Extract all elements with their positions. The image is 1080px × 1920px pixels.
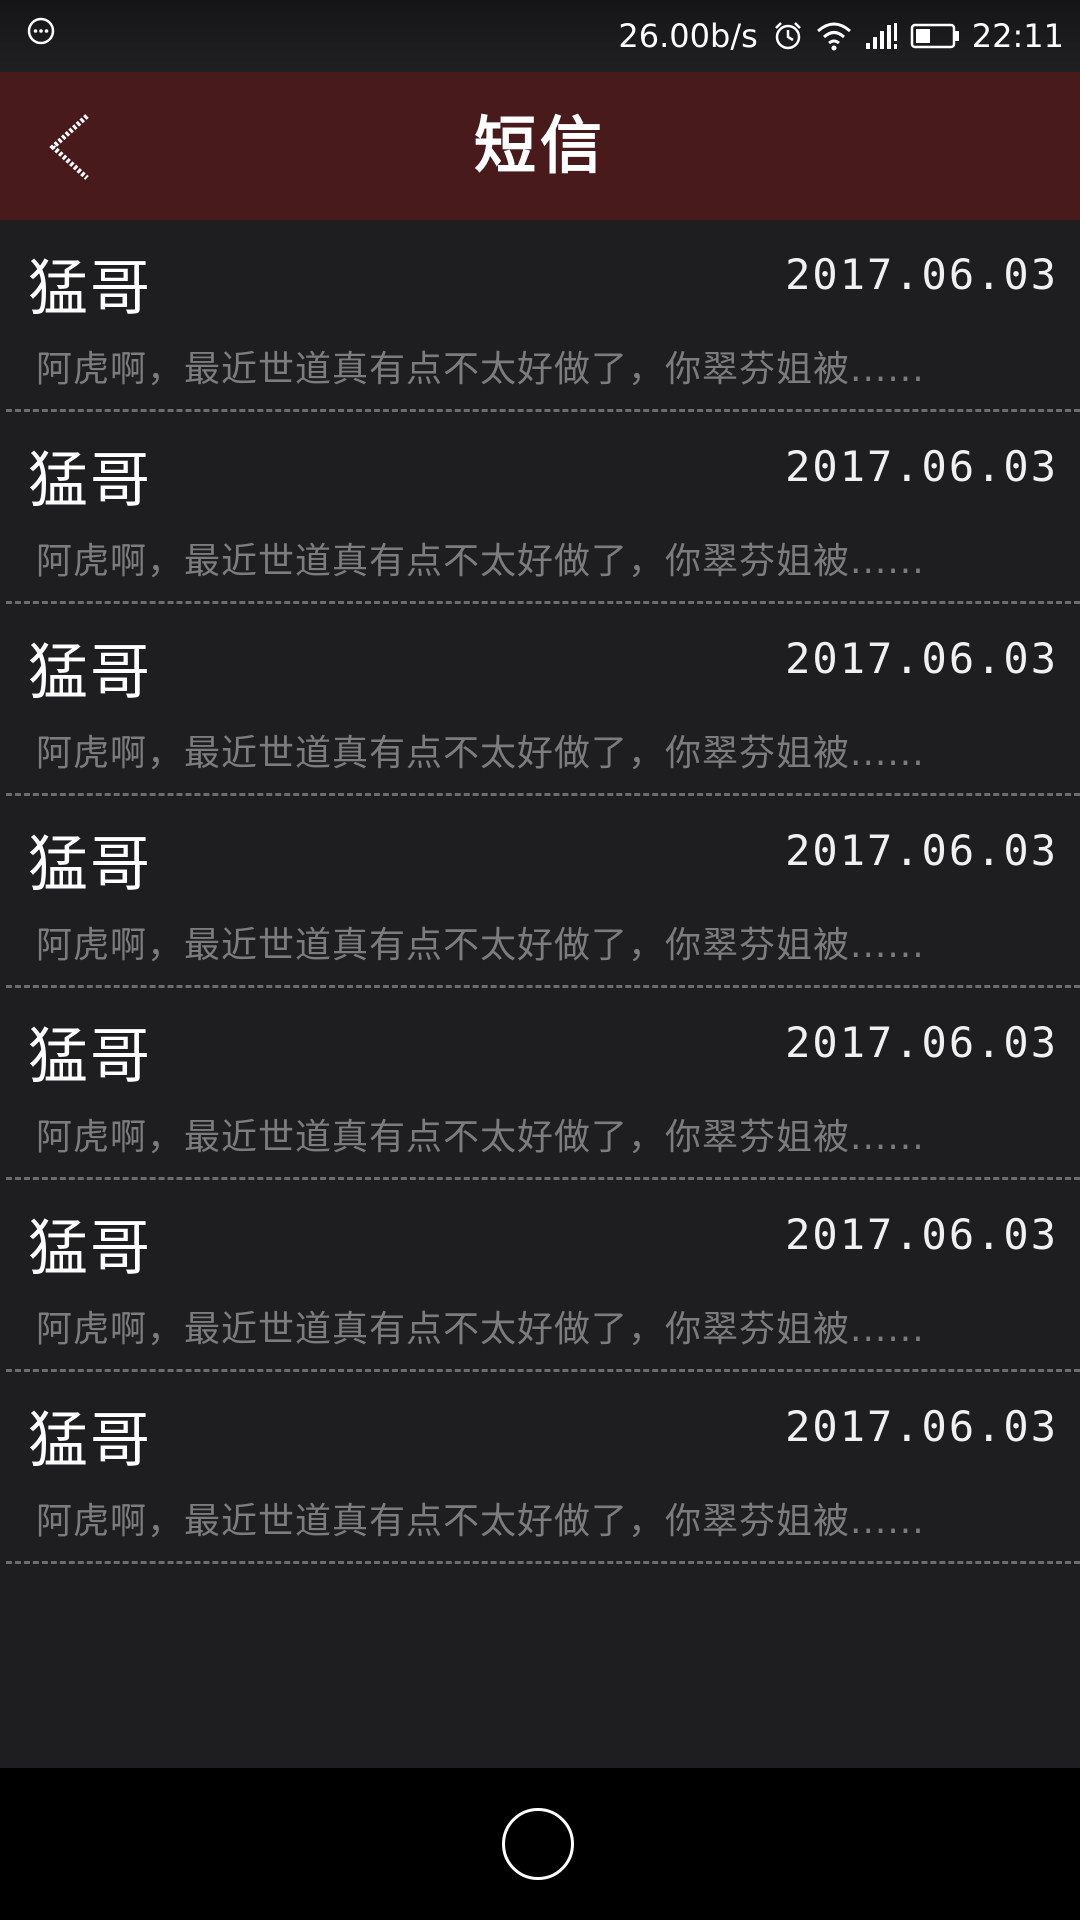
message-sender: 猛哥	[28, 830, 152, 900]
sms-screen: 26.00b/s 22:11 短信 猛哥 2017.06.03 阿虎啊，最近世道…	[0, 0, 1080, 1920]
message-date: 2017.06.03	[785, 1402, 1058, 1451]
message-date: 2017.06.03	[785, 634, 1058, 683]
message-sender: 猛哥	[28, 446, 152, 516]
message-sender: 猛哥	[28, 254, 152, 324]
message-preview: 阿虎啊，最近世道真有点不太好做了，你翠芬姐被......	[36, 1501, 925, 1542]
menu-dots-icon	[27, 17, 55, 45]
message-item[interactable]: 猛哥 2017.06.03 阿虎啊，最近世道真有点不太好做了，你翠芬姐被....…	[6, 988, 1080, 1180]
message-preview: 阿虎啊，最近世道真有点不太好做了，你翠芬姐被......	[36, 1309, 925, 1350]
signal-icon	[865, 23, 897, 49]
page-title: 短信	[473, 109, 606, 182]
message-date: 2017.06.03	[785, 1210, 1058, 1259]
message-preview: 阿虎啊，最近世道真有点不太好做了，你翠芬姐被......	[36, 541, 925, 582]
net-speed: 26.00b/s	[618, 17, 758, 55]
message-preview: 阿虎啊，最近世道真有点不太好做了，你翠芬姐被......	[36, 349, 925, 390]
message-date: 2017.06.03	[785, 826, 1058, 875]
message-item[interactable]: 猛哥 2017.06.03 阿虎啊，最近世道真有点不太好做了，你翠芬姐被....…	[6, 1372, 1080, 1564]
message-date: 2017.06.03	[785, 250, 1058, 299]
message-sender: 猛哥	[28, 638, 152, 708]
message-item[interactable]: 猛哥 2017.06.03 阿虎啊，最近世道真有点不太好做了，你翠芬姐被....…	[6, 412, 1080, 604]
message-item[interactable]: 猛哥 2017.06.03 阿虎啊，最近世道真有点不太好做了，你翠芬姐被....…	[6, 796, 1080, 988]
message-preview: 阿虎啊，最近世道真有点不太好做了，你翠芬姐被......	[36, 733, 925, 774]
message-item[interactable]: 猛哥 2017.06.03 阿虎啊，最近世道真有点不太好做了，你翠芬姐被....…	[6, 1180, 1080, 1372]
alarm-icon	[774, 22, 801, 50]
message-list: 猛哥 2017.06.03 阿虎啊，最近世道真有点不太好做了，你翠芬姐被....…	[0, 220, 1080, 1564]
wifi-icon	[816, 22, 851, 51]
message-sender: 猛哥	[28, 1406, 152, 1476]
message-preview: 阿虎啊，最近世道真有点不太好做了，你翠芬姐被......	[36, 1117, 925, 1158]
clock: 22:11	[971, 17, 1064, 55]
message-sender: 猛哥	[28, 1022, 152, 1092]
navigation-bar	[0, 1768, 1080, 1920]
battery-icon	[910, 23, 959, 49]
message-sender: 猛哥	[28, 1214, 152, 1284]
status-bar: 26.00b/s 22:11	[0, 0, 1080, 72]
message-date: 2017.06.03	[785, 442, 1058, 491]
message-preview: 阿虎啊，最近世道真有点不太好做了，你翠芬姐被......	[36, 925, 925, 966]
status-bar-right: 26.00b/s 22:11	[618, 0, 1064, 72]
message-item[interactable]: 猛哥 2017.06.03 阿虎啊，最近世道真有点不太好做了，你翠芬姐被....…	[6, 604, 1080, 796]
message-item[interactable]: 猛哥 2017.06.03 阿虎啊，最近世道真有点不太好做了，你翠芬姐被....…	[6, 220, 1080, 412]
message-date: 2017.06.03	[785, 1018, 1058, 1067]
home-circle-icon[interactable]	[502, 1808, 574, 1880]
header-bar: 短信	[0, 72, 1080, 220]
